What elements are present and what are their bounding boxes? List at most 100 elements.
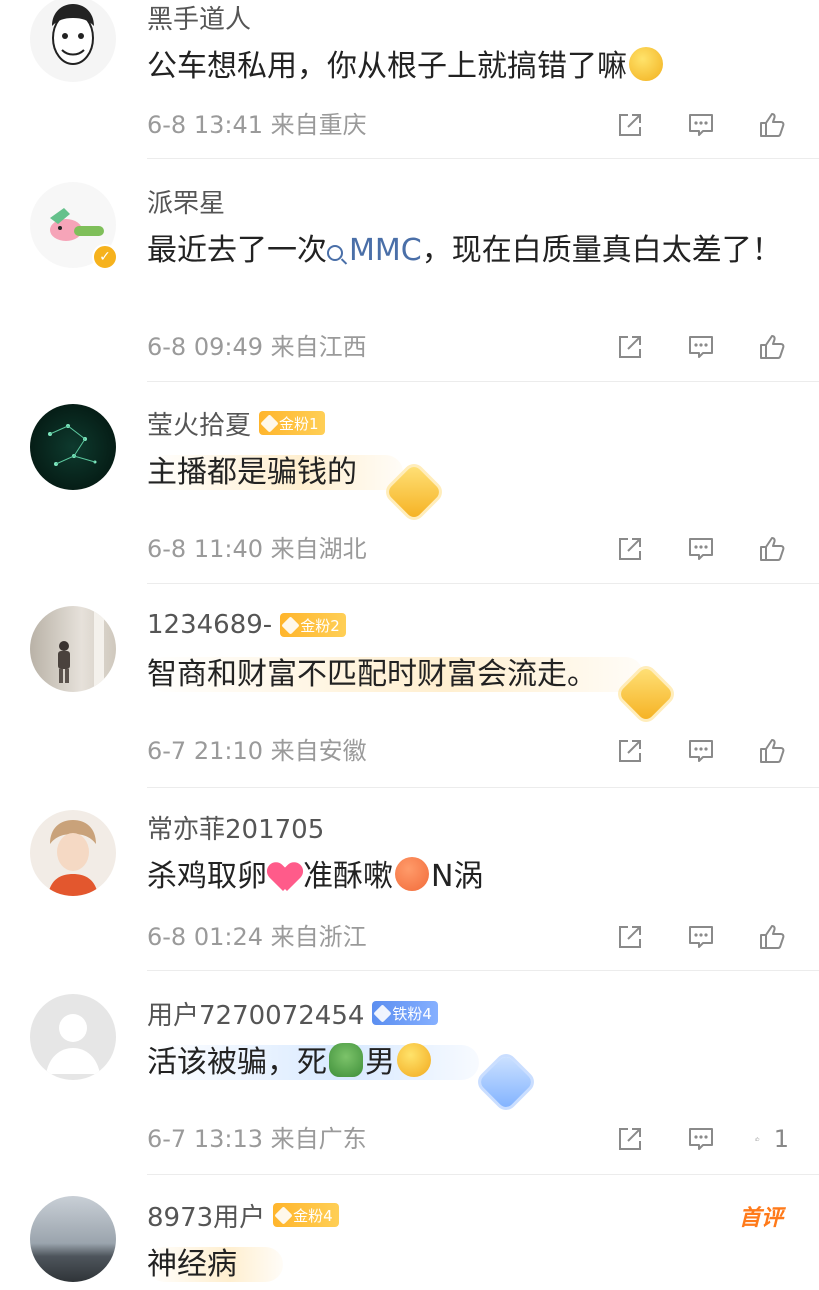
username-label: 莹火拾夏 — [147, 410, 252, 441]
action-bar — [576, 330, 789, 364]
comment-meta: 6-8 11:40 来自湖北 — [147, 532, 367, 566]
thumbs-up-icon[interactable] — [755, 920, 789, 954]
comment-meta: 6-7 21:10 来自安徽 — [147, 734, 367, 768]
divider — [147, 583, 819, 584]
comment-time: 6-7 21:10 — [147, 737, 263, 765]
fan-badge-label: 金粉4 — [293, 1206, 333, 1225]
fan-badge[interactable]: 金粉2 — [280, 613, 346, 637]
comment-text-body: 最近去了一次 — [147, 233, 327, 268]
fan-badge-label: 金粉1 — [279, 414, 319, 433]
action-bar: 1 — [576, 1122, 789, 1156]
search-icon — [327, 245, 343, 261]
action-bar — [576, 920, 789, 954]
highlight-bubble: 主播都是骗钱的 — [147, 455, 403, 490]
comment-text: 智商和财富不匹配时财富会流走。 — [147, 650, 787, 700]
comment-text: 公车想私用，你从根子上就搞错了嘛 — [147, 42, 787, 92]
comment-text-body: ，现在白质量真白太差了！ — [421, 233, 782, 268]
comment-icon[interactable] — [684, 734, 718, 768]
avatar[interactable] — [30, 404, 116, 490]
divider — [147, 787, 819, 788]
share-icon[interactable] — [613, 734, 647, 768]
comment-time: 6-8 01:24 — [147, 923, 263, 951]
verified-badge-icon: ✓ — [92, 244, 118, 270]
comment-meta: 6-8 13:41 来自重庆 — [147, 108, 367, 142]
divider — [147, 158, 819, 159]
heart-emoji-icon — [269, 861, 301, 891]
thumbs-up-icon[interactable] — [755, 734, 789, 768]
username[interactable]: 莹火拾夏 金粉1 — [147, 406, 325, 441]
topic-link[interactable]: MMC — [327, 233, 422, 268]
comment-text-body: 活该被骗，死 — [147, 1045, 327, 1080]
comment-meta: 6-8 09:49 来自江西 — [147, 330, 367, 364]
comment-location: 来自广东 — [270, 1125, 367, 1153]
crown-icon — [281, 615, 300, 635]
username[interactable]: 用户7270072454 铁粉4 — [147, 996, 438, 1031]
comment-icon[interactable] — [684, 920, 718, 954]
comment-text-body: N涡 — [431, 859, 484, 894]
comment-time: 6-8 11:40 — [147, 535, 263, 563]
comment-text-body: 主播都是骗钱的 — [147, 455, 357, 490]
comment-location: 来自湖北 — [270, 535, 367, 563]
comment-icon[interactable] — [684, 108, 718, 142]
comment-text-body: 智商和财富不匹配时财富会流走。 — [147, 657, 597, 692]
smirk-emoji-icon — [629, 47, 663, 81]
divider — [147, 381, 819, 382]
first-comment-tag: 首评 — [738, 1206, 783, 1231]
avatar[interactable] — [30, 606, 116, 692]
comment-text-body: 准酥嗽 — [303, 859, 393, 894]
divider — [147, 970, 819, 971]
comment-text: 神经病 — [147, 1240, 787, 1290]
comment-location: 来自安徽 — [270, 737, 367, 765]
comment-meta: 6-8 01:24 来自浙江 — [147, 920, 367, 954]
username-label: 用户7270072454 — [147, 1000, 365, 1031]
share-icon[interactable] — [613, 532, 647, 566]
highlight-bubble: 神经病 — [147, 1247, 283, 1282]
comment-icon[interactable] — [684, 532, 718, 566]
fan-badge[interactable]: 金粉1 — [259, 411, 325, 435]
comment-text: 活该被骗，死 男 — [147, 1038, 787, 1088]
comment-icon[interactable] — [684, 1122, 718, 1156]
comment-meta: 6-7 13:13 来自广东 — [147, 1122, 367, 1156]
comment-time: 6-8 09:49 — [147, 333, 263, 361]
comment-location: 来自江西 — [270, 333, 367, 361]
highlight-bubble: 智商和财富不匹配时财富会流走。 — [147, 657, 643, 692]
username[interactable]: 8973用户 金粉4 — [147, 1198, 339, 1233]
fan-badge[interactable]: 金粉4 — [273, 1203, 339, 1227]
share-icon[interactable] — [613, 108, 647, 142]
share-icon[interactable] — [613, 1122, 647, 1156]
username[interactable]: 1234689- 金粉2 — [147, 608, 346, 642]
comment-text: 最近去了一次 MMC，现在白质量真白太差了！ — [147, 226, 787, 276]
comment-text-body: 公车想私用，你从根子上就搞错了嘛 — [147, 49, 627, 84]
avatar[interactable] — [30, 810, 116, 896]
comment-location: 来自重庆 — [270, 111, 367, 139]
turtle-emoji-icon — [329, 1043, 363, 1077]
heart-eyes-emoji-icon — [395, 857, 429, 891]
comment-location: 来自浙江 — [270, 923, 367, 951]
share-icon[interactable] — [613, 920, 647, 954]
comment-time: 6-8 13:41 — [147, 111, 263, 139]
like-count: 1 — [773, 1125, 789, 1153]
action-bar — [576, 532, 789, 566]
username-label: 1234689- — [147, 610, 273, 640]
comment-text-body: 男 — [365, 1045, 395, 1080]
fan-badge[interactable]: 铁粉4 — [372, 1001, 438, 1025]
username[interactable]: 黑手道人 — [147, 0, 251, 35]
topic-link-label: MMC — [349, 233, 422, 268]
username[interactable]: 常亦菲201705 — [147, 810, 324, 845]
share-icon[interactable] — [613, 330, 647, 364]
avatar[interactable] — [30, 1196, 116, 1282]
diamond-icon — [373, 1003, 393, 1023]
thumbs-up-icon[interactable] — [755, 108, 789, 142]
action-bar — [576, 108, 789, 142]
laughing-emoji-icon — [397, 1043, 431, 1077]
username[interactable]: 派罘星 — [147, 184, 225, 219]
comment-icon[interactable] — [684, 330, 718, 364]
thumbs-up-icon[interactable] — [755, 532, 789, 566]
comment-time: 6-7 13:13 — [147, 1125, 263, 1153]
thumbs-up-icon[interactable] — [755, 330, 789, 364]
thumbs-up-icon[interactable]: 1 — [755, 1122, 789, 1156]
action-bar — [576, 734, 789, 768]
username-label: 8973用户 — [147, 1202, 266, 1233]
avatar[interactable] — [30, 0, 116, 82]
avatar[interactable] — [30, 994, 116, 1080]
